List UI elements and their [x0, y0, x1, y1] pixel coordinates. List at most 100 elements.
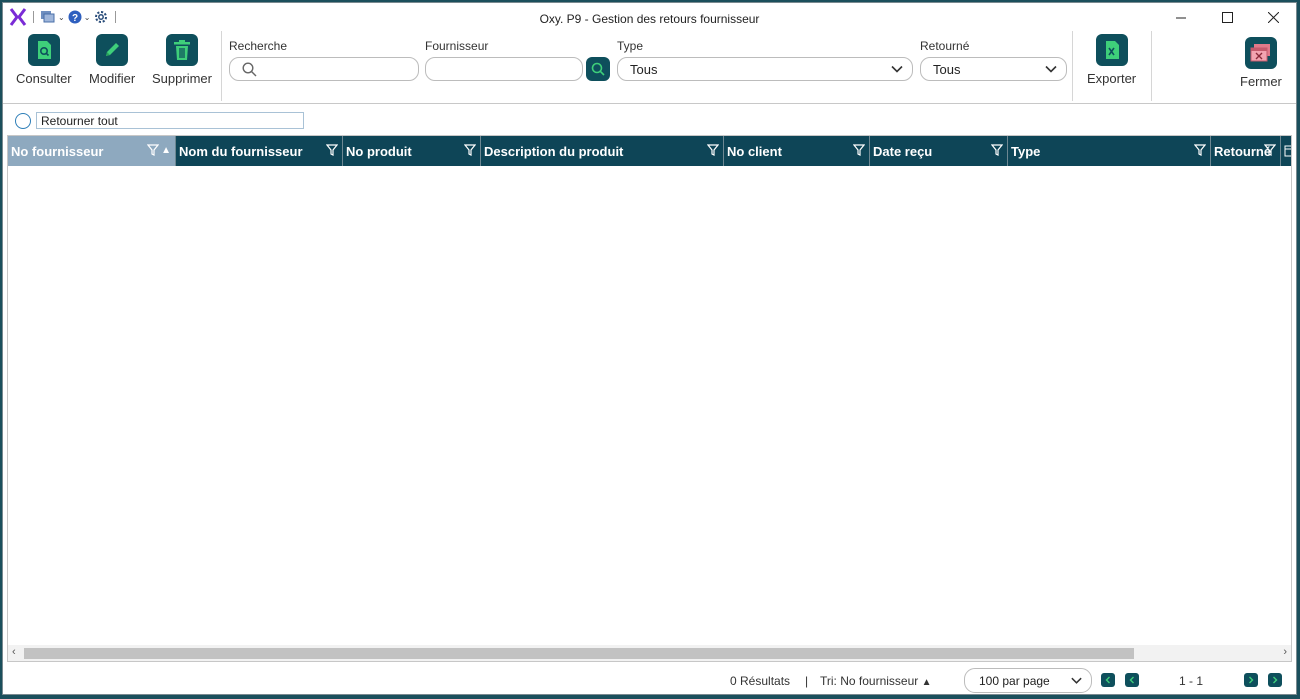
- window-controls: [1158, 3, 1296, 31]
- per-page-select[interactable]: 100 par page: [964, 668, 1092, 693]
- ribbon-divider: [3, 103, 1296, 104]
- filter-icon[interactable]: [464, 144, 476, 156]
- column-label: No fournisseur: [11, 143, 104, 159]
- column-header-date-recu[interactable]: Date reçu: [870, 136, 1008, 166]
- column-label: Description du produit: [484, 143, 624, 159]
- column-label: No produit: [346, 143, 412, 159]
- pencil-icon: [96, 34, 129, 66]
- grid-body[interactable]: [8, 166, 1291, 645]
- search-icon: [242, 62, 257, 77]
- chevron-right-icon: [1273, 676, 1278, 684]
- column-header-no-fournisseur[interactable]: No fournisseur ▲: [8, 136, 176, 166]
- scrollbar-thumb[interactable]: [24, 648, 1134, 659]
- excel-export-icon: [1095, 34, 1128, 66]
- recherche-input[interactable]: [229, 57, 419, 81]
- search-icon: [591, 62, 605, 76]
- modifier-label: Modifier: [89, 71, 136, 86]
- filter-icon[interactable]: [853, 144, 865, 156]
- column-header-retourne[interactable]: Retourné: [1211, 136, 1281, 166]
- app-window: ⌄ ? ⌄ Oxy. P9 - Gestion des retours four…: [2, 2, 1297, 695]
- window-title: Oxy. P9 - Gestion des retours fournisseu…: [539, 12, 760, 26]
- fermer-label: Fermer: [1240, 74, 1282, 89]
- last-page-button[interactable]: [1268, 673, 1282, 687]
- chevron-left-icon: [1105, 676, 1110, 684]
- column-label: Retourné: [1214, 143, 1272, 159]
- column-label: Date reçu: [873, 143, 933, 159]
- retourne-value: Tous: [933, 61, 961, 77]
- column-label: Nom du fournisseur: [179, 143, 303, 159]
- maximize-button[interactable]: [1204, 3, 1250, 31]
- chevron-right-icon: [1249, 676, 1254, 684]
- chevron-left-icon: [1129, 676, 1134, 684]
- fournisseur-label: Fournisseur: [425, 39, 489, 53]
- supprimer-button[interactable]: Supprimer: [152, 34, 212, 86]
- horizontal-scrollbar[interactable]: ‹ ›: [8, 645, 1291, 661]
- retourne-label: Retourné: [920, 39, 970, 53]
- retourne-select[interactable]: Tous: [920, 57, 1067, 81]
- close-window-icon: [1244, 37, 1277, 69]
- filter-icon[interactable]: [707, 144, 719, 156]
- supprimer-label: Supprimer: [152, 71, 212, 86]
- sort-ascending-icon: ▲: [921, 677, 932, 688]
- exporter-label: Exporter: [1087, 71, 1137, 86]
- ribbon-separator: [1151, 31, 1152, 101]
- type-value: Tous: [630, 61, 658, 77]
- maximize-icon: [1221, 11, 1233, 23]
- view-document-icon: [27, 34, 60, 66]
- per-page-value: 100 par page: [979, 674, 1050, 688]
- chevron-down-icon: [1045, 65, 1057, 73]
- previous-page-button[interactable]: [1125, 673, 1139, 687]
- modifier-button[interactable]: Modifier: [89, 34, 135, 86]
- close-button[interactable]: [1250, 3, 1296, 31]
- column-chooser[interactable]: [1281, 136, 1291, 166]
- fermer-button[interactable]: Fermer: [1240, 37, 1282, 89]
- filter-icon[interactable]: [147, 144, 159, 156]
- first-page-button[interactable]: [1101, 673, 1115, 687]
- retours-grid: No fournisseur ▲ Nom du fournisseur No p…: [7, 135, 1292, 662]
- scroll-right-icon[interactable]: ›: [1283, 646, 1287, 658]
- exporter-button[interactable]: Exporter: [1087, 34, 1136, 86]
- title-bar: ⌄ ? ⌄ Oxy. P9 - Gestion des retours four…: [3, 3, 1296, 31]
- column-label: No client: [727, 143, 782, 159]
- trash-icon: [165, 34, 198, 66]
- minimize-icon: [1175, 17, 1186, 18]
- minimize-button[interactable]: [1158, 3, 1204, 31]
- results-count: 0 Résultats: [730, 674, 791, 688]
- filter-icon[interactable]: [1264, 144, 1276, 156]
- column-header-nom-du-fournisseur[interactable]: Nom du fournisseur: [176, 136, 343, 166]
- recherche-label: Recherche: [229, 39, 288, 53]
- ribbon-separator: [1072, 31, 1073, 101]
- filter-icon[interactable]: [991, 144, 1003, 156]
- column-header-type[interactable]: Type: [1008, 136, 1211, 166]
- column-chooser-icon: [1284, 145, 1291, 157]
- chevron-down-icon: [1071, 677, 1082, 684]
- scroll-left-icon[interactable]: ‹: [12, 646, 16, 658]
- column-header-description-du-produit[interactable]: Description du produit: [481, 136, 724, 166]
- consulter-button[interactable]: Consulter: [16, 34, 72, 86]
- grid-header: No fournisseur ▲ Nom du fournisseur No p…: [8, 136, 1291, 166]
- retourner-tout-label[interactable]: Retourner tout: [36, 112, 304, 129]
- close-icon: [1267, 11, 1279, 23]
- fournisseur-search-button[interactable]: [586, 57, 610, 81]
- status-separator: |: [805, 674, 809, 688]
- filter-icon[interactable]: [1194, 144, 1206, 156]
- consulter-label: Consulter: [16, 71, 72, 86]
- column-header-no-client[interactable]: No client: [724, 136, 870, 166]
- type-select[interactable]: Tous: [617, 57, 913, 81]
- page-range: 1 - 1: [1179, 674, 1204, 688]
- fournisseur-input[interactable]: [425, 57, 583, 81]
- sort-label: Tri: No fournisseur: [820, 674, 919, 688]
- status-bar: 0 Résultats | Tri: No fournisseur ▲ 100 …: [3, 665, 1296, 696]
- next-page-button[interactable]: [1244, 673, 1258, 687]
- sort-ascending-icon: ▲: [161, 145, 171, 156]
- ribbon: Consulter Modifier Supprimer Recherche F…: [3, 31, 1296, 103]
- retourner-tout-radio[interactable]: [15, 112, 31, 129]
- ribbon-separator: [221, 31, 222, 101]
- retourner-tout-row: Retourner tout: [15, 112, 304, 129]
- chevron-down-icon: [891, 65, 903, 73]
- sort-info: Tri: No fournisseur ▲: [820, 674, 932, 688]
- filter-icon[interactable]: [326, 144, 338, 156]
- type-label: Type: [617, 39, 644, 53]
- column-header-no-produit[interactable]: No produit: [343, 136, 481, 166]
- column-label: Type: [1011, 143, 1041, 159]
